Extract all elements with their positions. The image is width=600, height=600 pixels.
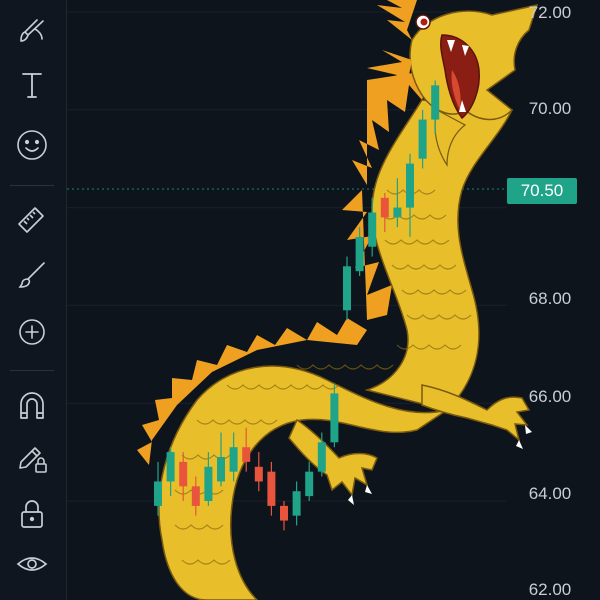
candle-body xyxy=(254,466,263,482)
measure-tool[interactable] xyxy=(9,253,55,297)
dragon-pupil xyxy=(420,18,428,26)
candle-body xyxy=(305,471,314,497)
magnet-icon xyxy=(20,392,44,419)
price-scale-label: 62.00 xyxy=(528,580,572,599)
candle-body xyxy=(229,447,238,472)
visibility-tool[interactable] xyxy=(9,542,55,586)
price-scale-label: 66.00 xyxy=(528,387,572,406)
padlock-icon xyxy=(21,500,43,528)
pencil-lock-icon xyxy=(19,447,47,473)
toolbar-divider xyxy=(10,370,54,371)
price-scale-label: 68.00 xyxy=(528,289,572,308)
candle-body xyxy=(154,481,162,506)
candle-body xyxy=(393,207,402,218)
candle-body xyxy=(368,212,377,247)
candle-body xyxy=(355,236,364,272)
candle-body xyxy=(267,471,276,506)
candle-body xyxy=(380,197,389,218)
eye-icon xyxy=(16,557,48,571)
price-scale-label: 64.00 xyxy=(528,484,572,503)
brush-tool[interactable] xyxy=(9,10,55,54)
candle-body xyxy=(418,119,427,159)
candle-body xyxy=(292,491,301,516)
candle-body xyxy=(179,461,188,487)
candle-body xyxy=(317,442,326,472)
brush-icon xyxy=(20,19,44,42)
text-tool[interactable] xyxy=(9,63,55,107)
zoom-in-tool[interactable] xyxy=(9,310,55,354)
current-price-badge: 70.50 xyxy=(507,178,577,204)
candle-body xyxy=(406,163,414,208)
candle-body xyxy=(431,85,440,120)
candle-body xyxy=(191,486,200,506)
lock-drawings-tool[interactable] xyxy=(9,436,55,480)
candle-body xyxy=(217,456,225,482)
candle-body xyxy=(280,505,288,521)
zoom-plus-icon xyxy=(19,319,45,345)
candle-body xyxy=(330,393,339,443)
price-scale-label: 72.00 xyxy=(528,3,572,22)
dragon-claws xyxy=(348,425,532,505)
candle-body xyxy=(343,266,351,311)
smiley-icon xyxy=(17,130,47,160)
candle-body xyxy=(242,447,251,462)
drawing-toolbar xyxy=(0,0,67,600)
ruler-icon xyxy=(18,207,44,233)
dragon-illustration xyxy=(137,0,539,600)
toolbar-divider xyxy=(10,185,54,186)
measure-line-icon xyxy=(18,262,45,288)
candle-body xyxy=(204,466,213,501)
lock-tool[interactable] xyxy=(9,492,55,536)
ruler-tool[interactable] xyxy=(9,197,55,241)
text-t-icon xyxy=(22,73,42,98)
emoji-tool[interactable] xyxy=(9,123,55,167)
magnet-tool[interactable] xyxy=(9,383,55,427)
chart-pane[interactable]: 72.00 70.00 68.00 66.00 64.00 62.00 xyxy=(67,0,600,600)
dragon-body xyxy=(158,365,448,600)
price-scale-label: 70.00 xyxy=(528,99,572,118)
candle-body xyxy=(166,452,175,482)
